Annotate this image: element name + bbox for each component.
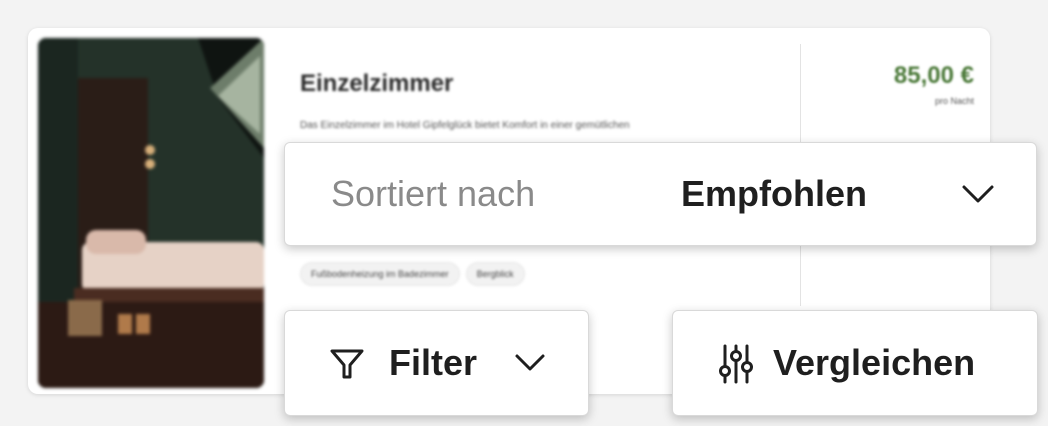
amenity-tag: Bergblick xyxy=(465,262,525,286)
sort-dropdown[interactable]: Sortiert nach Empfohlen xyxy=(284,142,1037,246)
filter-label: Filter xyxy=(389,342,478,383)
amenity-tags: Fußbodenheizung im Badezimmer Bergblick xyxy=(300,262,525,286)
filter-button[interactable]: Filter xyxy=(284,310,589,416)
sort-label: Sortiert nach xyxy=(331,173,536,214)
filter-icon xyxy=(329,347,365,386)
room-photo-illustration xyxy=(38,38,264,388)
room-title[interactable]: Einzelzimmer xyxy=(300,70,453,98)
amenity-tag: Fußbodenheizung im Badezimmer xyxy=(300,262,460,286)
chevron-down-icon xyxy=(960,179,996,214)
price-block: 85,00 € pro Nacht xyxy=(894,62,974,106)
room-price: 85,00 € xyxy=(893,62,974,89)
compare-label: Vergleichen xyxy=(773,342,976,383)
sliders-icon xyxy=(719,343,753,390)
room-photo[interactable] xyxy=(38,38,264,388)
room-description: Das Einzelzimmer im Hotel Gipfelglück bi… xyxy=(300,120,630,131)
price-unit: pro Nacht xyxy=(934,96,974,106)
compare-button[interactable]: Vergleichen xyxy=(672,310,1038,416)
chevron-down-icon xyxy=(513,350,547,381)
sort-value: Empfohlen xyxy=(681,173,867,214)
